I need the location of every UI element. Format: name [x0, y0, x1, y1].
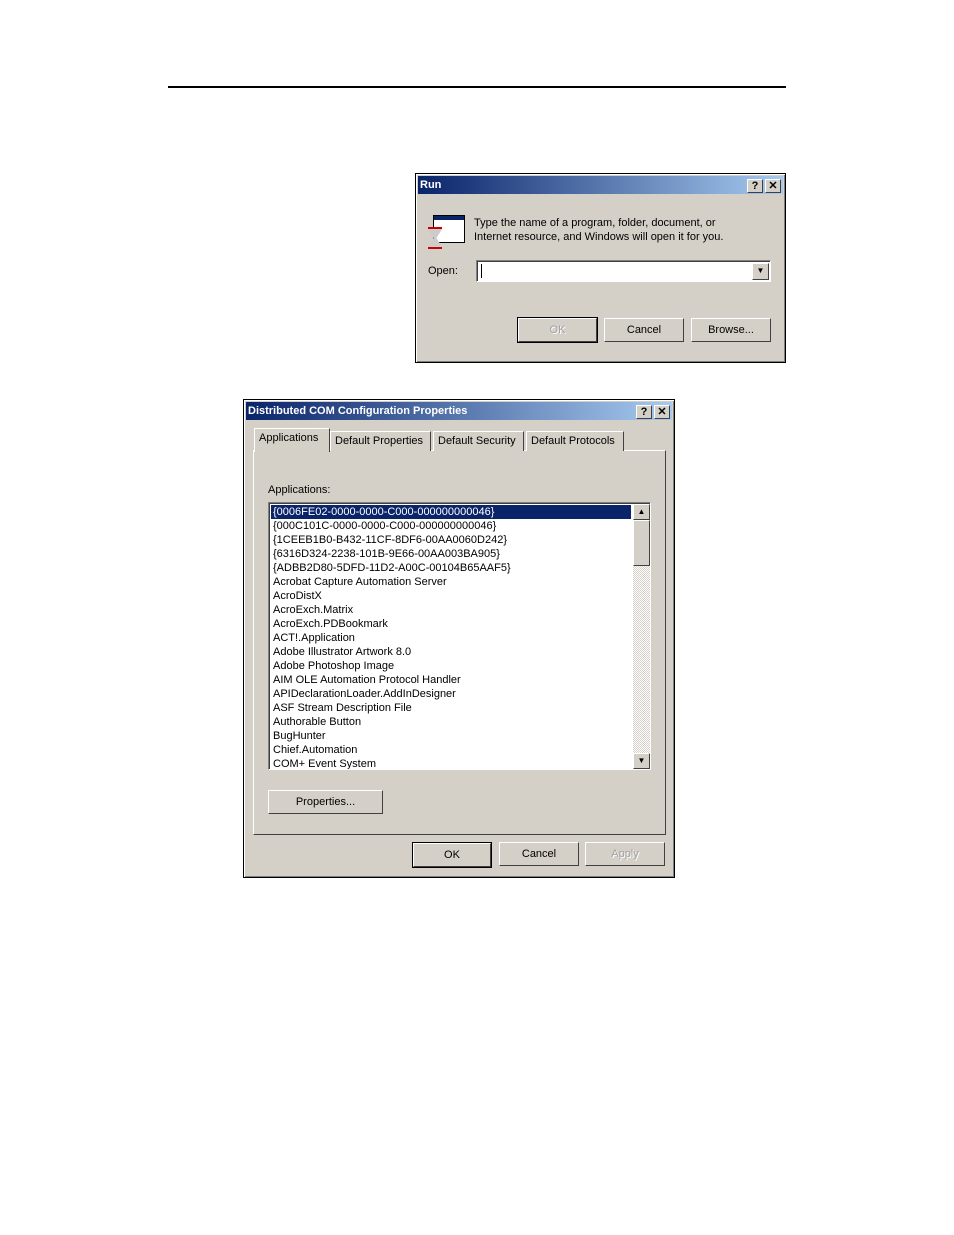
list-item[interactable]: AcroExch.Matrix: [271, 603, 631, 617]
dropdown-arrow-icon[interactable]: ▼: [752, 263, 769, 280]
tab-applications[interactable]: Applications: [254, 428, 330, 452]
cancel-button[interactable]: Cancel: [604, 318, 684, 342]
close-button[interactable]: ✕: [765, 179, 781, 193]
scroll-up-arrow-icon[interactable]: ▲: [633, 504, 650, 520]
list-item[interactable]: COM+ Event System: [271, 757, 631, 769]
tab-default-protocols[interactable]: Default Protocols: [526, 431, 624, 451]
list-item[interactable]: AIM OLE Automation Protocol Handler: [271, 673, 631, 687]
text-cursor: [481, 264, 482, 278]
list-item[interactable]: {ADBB2D80-5DFD-11D2-A00C-00104B65AAF5}: [271, 561, 631, 575]
tab-default-properties[interactable]: Default Properties: [330, 431, 431, 451]
ok-button[interactable]: OK: [517, 317, 598, 343]
dcom-title-bar: Distributed COM Configuration Properties…: [246, 402, 672, 420]
apply-button[interactable]: Apply: [585, 842, 665, 866]
list-item[interactable]: BugHunter: [271, 729, 631, 743]
browse-button[interactable]: Browse...: [691, 318, 771, 342]
list-item[interactable]: Acrobat Capture Automation Server: [271, 575, 631, 589]
list-item[interactable]: {1CEEB1B0-B432-11CF-8DF6-00AA0060D242}: [271, 533, 631, 547]
open-label: Open:: [428, 265, 458, 277]
run-message: Type the name of a program, folder, docu…: [474, 216, 723, 244]
list-item[interactable]: Adobe Illustrator Artwork 8.0: [271, 645, 631, 659]
dcom-title: Distributed COM Configuration Properties: [248, 405, 468, 417]
list-item[interactable]: Adobe Photoshop Image: [271, 659, 631, 673]
list-item[interactable]: Authorable Button: [271, 715, 631, 729]
scroll-down-arrow-icon[interactable]: ▼: [633, 753, 650, 769]
help-button[interactable]: ?: [636, 405, 652, 419]
applications-list[interactable]: {0006FE02-0000-0000-C000-000000000046} {0…: [268, 502, 651, 770]
run-dialog: Run ? ✕ Type the name of a program, fold…: [415, 173, 786, 363]
list-item[interactable]: {000C101C-0000-0000-C000-000000000046}: [271, 519, 631, 533]
scrollbar-thumb[interactable]: [633, 520, 650, 566]
run-hourglass-icon: [428, 215, 465, 249]
run-message-line2: Internet resource, and Windows will open…: [474, 231, 724, 243]
page-rule: [168, 86, 786, 88]
applications-label: Applications:: [268, 484, 331, 496]
list-item[interactable]: Chief.Automation: [271, 743, 631, 757]
list-item[interactable]: AcroDistX: [271, 589, 631, 603]
list-item[interactable]: {6316D324-2238-101B-9E66-00AA003BA905}: [271, 547, 631, 561]
cancel-button[interactable]: Cancel: [499, 842, 579, 866]
tab-default-security[interactable]: Default Security: [433, 431, 524, 451]
open-combobox[interactable]: ▼: [476, 260, 771, 282]
vertical-scrollbar[interactable]: ▲ ▼: [633, 504, 650, 769]
list-item[interactable]: AcroExch.PDBookmark: [271, 617, 631, 631]
run-title-bar: Run ? ✕: [418, 176, 783, 194]
list-item[interactable]: ACT!.Application: [271, 631, 631, 645]
close-button[interactable]: ✕: [654, 405, 670, 419]
help-button[interactable]: ?: [747, 179, 763, 193]
properties-button[interactable]: Properties...: [268, 790, 383, 814]
ok-button[interactable]: OK: [412, 842, 492, 868]
list-item[interactable]: APIDeclarationLoader.AddInDesigner: [271, 687, 631, 701]
list-item[interactable]: ASF Stream Description File: [271, 701, 631, 715]
list-item[interactable]: {0006FE02-0000-0000-C000-000000000046}: [271, 505, 631, 519]
run-title: Run: [420, 179, 442, 191]
run-message-line1: Type the name of a program, folder, docu…: [474, 217, 716, 229]
